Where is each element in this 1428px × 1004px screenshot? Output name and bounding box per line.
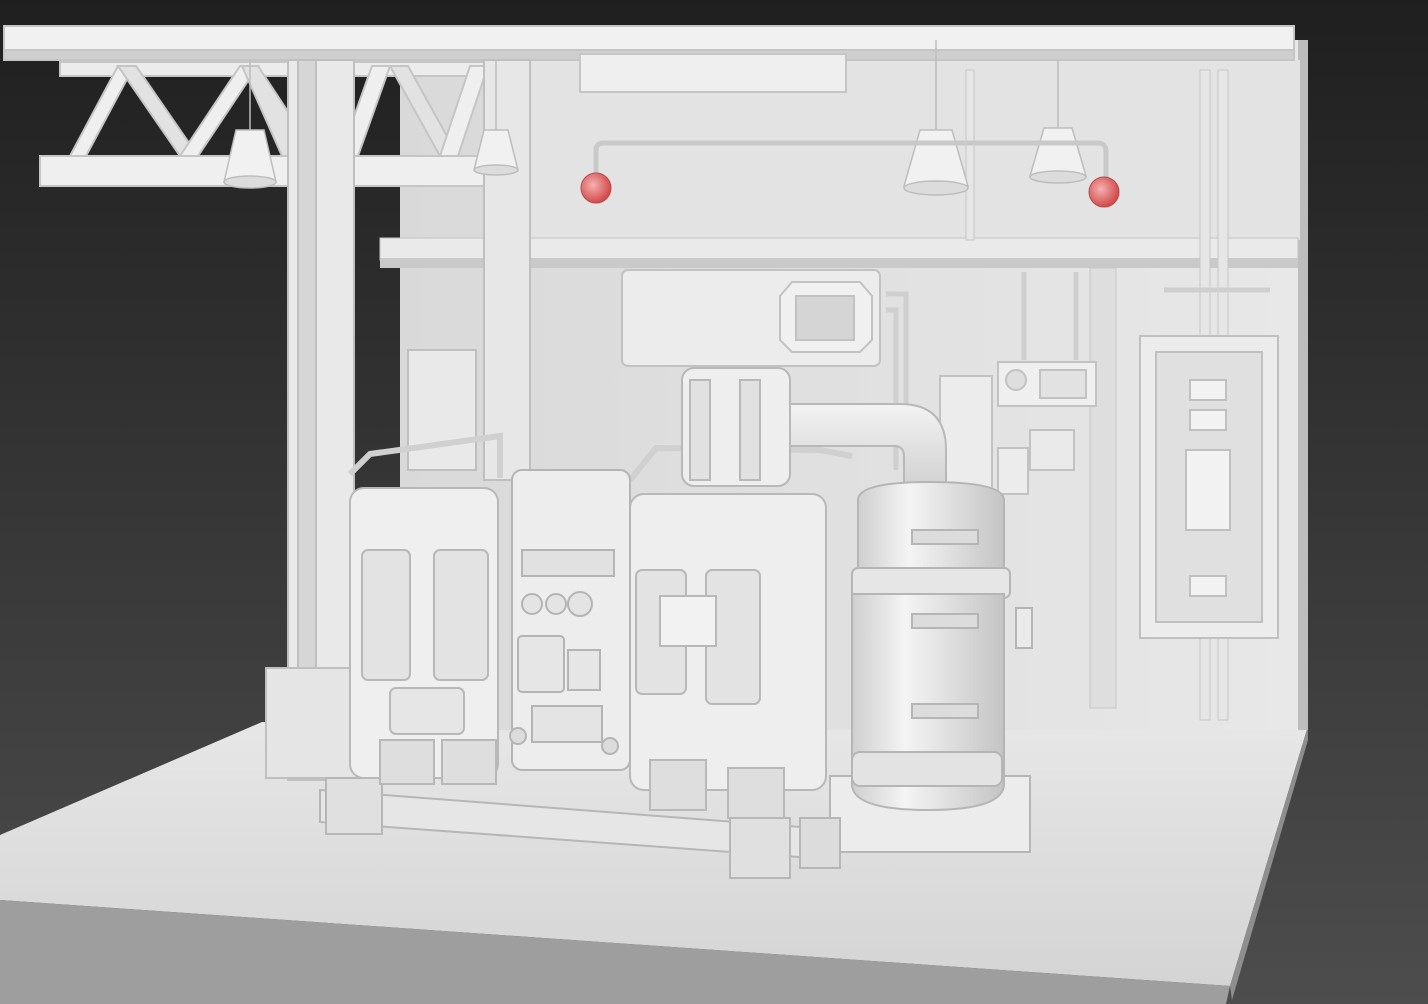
industrial-transformer-render [0, 0, 1428, 1004]
vent-panel [621, 269, 881, 367]
control-cabinet [509, 469, 631, 771]
cooling-cylinder [851, 480, 1033, 812]
electrical-panel [1139, 335, 1279, 639]
